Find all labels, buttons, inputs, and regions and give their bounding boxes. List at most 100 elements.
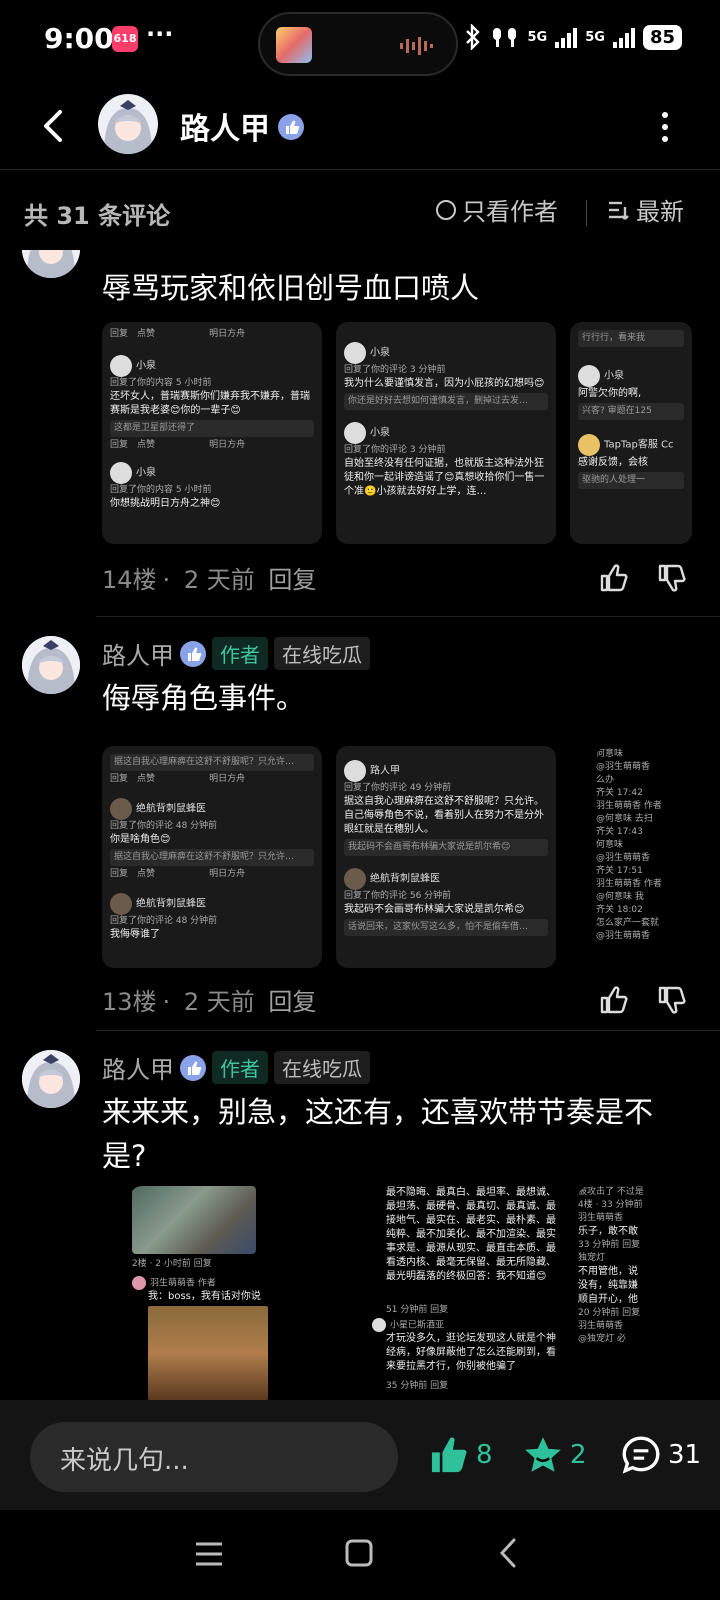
screenshot-image[interactable]: 据这自我心理麻痹在这舒不舒服呢？只允许… 回复 点赞 明日方舟 绝航背刺鼠蜂医 … (102, 746, 322, 968)
favorite-button[interactable]: 2 (522, 1434, 587, 1476)
shot-text: 齐关 18:02 (596, 905, 643, 915)
thumbs-up-filled-icon (431, 1437, 467, 1473)
comment-input-bar: 来说几句... 8 2 31 (0, 1400, 720, 1510)
shot-text: 我起码不会画哥布林骗大家说是凯尔希😊 (344, 839, 548, 856)
screenshot-image[interactable]: 被攻击了 不过是 4楼 · 33 分钟前 羽生萌萌香 乐子，敢不敢 33 分钟前… (578, 1186, 692, 1400)
shot-text: 么办 (596, 775, 615, 785)
earbuds-icon (492, 28, 516, 47)
audio-wave-icon (400, 37, 433, 55)
shot-text: 2楼 · 2 小时前 回复 (132, 1259, 212, 1269)
comment-item: 路人甲 作者 在线吃瓜 侮辱角色事件。 据这自我心理麻痹在这舒不舒服呢？只允许…… (0, 636, 720, 1036)
like-button[interactable]: 8 (428, 1434, 493, 1476)
reply-button[interactable]: 回复 (268, 566, 316, 594)
comment-author-line: 路人甲 作者 在线吃瓜 (102, 1050, 370, 1085)
author-tag: 作者 (212, 637, 268, 670)
mood-tag: 在线吃瓜 (274, 1051, 370, 1084)
comment-input[interactable]: 来说几句... (30, 1422, 398, 1492)
shot-text: 不用管他，说 (578, 1266, 638, 1277)
author-tag: 作者 (212, 1051, 268, 1084)
comment-text: 来来来，别急，这还有，还喜欢带节奏是不是? (102, 1095, 654, 1173)
thumbs-up-icon[interactable] (598, 562, 630, 594)
thumbs-up-icon[interactable] (598, 984, 630, 1016)
home-icon[interactable] (344, 1538, 374, 1568)
shot-text: 阿警欠你的啊, (578, 388, 642, 399)
shot-text: 点赞 (137, 774, 156, 784)
profile-name: 路人甲 (180, 112, 270, 147)
shot-text: 绝航背刺鼠蜂医 (136, 898, 206, 910)
shot-text: 回复了你的评论 56 分钟前 (344, 891, 452, 901)
shot-text: 羽生萌萌香 作者 (150, 1278, 216, 1289)
comment-input-placeholder: 来说几句... (60, 1446, 189, 1476)
comment-text: 辱骂玩家和依旧创号血口喷人 (102, 271, 480, 305)
screenshot-image[interactable]: 行行行，看来我 小泉 阿警欠你的啊, 兴客? 审题在125 TapTap客服 C… (570, 322, 692, 544)
shot-text: 羽生萌萌香 (578, 1321, 624, 1331)
more-options-icon[interactable] (662, 112, 670, 142)
comment-images[interactable]: 回复 点赞 明日方舟 小泉 回复了你的内容 5 小时前 还坏女人，普瑞赛斯你们嫌… (102, 322, 692, 544)
shot-text: 小泉 (604, 370, 624, 382)
thumbs-down-icon[interactable] (656, 984, 688, 1016)
screenshot-image[interactable]: 路人甲 回复了你的评论 49 分钟前 据这自我心理麻痹在这舒不舒服呢？只允许。自… (336, 746, 556, 968)
mini-avatar (110, 462, 132, 484)
comment-item: 路人甲 作者 在线吃瓜 来来来，别急，这还有，还喜欢带节奏是不是? 2楼 · 2… (0, 1050, 720, 1400)
mini-avatar (344, 342, 366, 364)
shot-text: 兴客? 审题在125 (578, 403, 684, 420)
mini-avatar (344, 422, 366, 444)
screenshot-image[interactable]: 小泉 回复了你的评论 3 分钟前 我为什么要谨慎发言，因为小屁孩的幻想吗😊 你还… (336, 322, 556, 544)
screenshot-image[interactable]: 回复 点赞 明日方舟 小泉 回复了你的内容 5 小时前 还坏女人，普瑞赛斯你们嫌… (102, 322, 322, 544)
status-time: 9:00 (44, 22, 114, 55)
mini-avatar (578, 434, 600, 456)
shot-text: 回复 (110, 869, 129, 879)
avatar[interactable] (22, 1050, 80, 1108)
avatar[interactable] (98, 94, 158, 154)
avatar[interactable] (22, 636, 80, 694)
bluetooth-icon (465, 24, 480, 50)
shot-text: 顺自开心，他 (578, 1294, 638, 1305)
shot-text: 回复了你的内容 5 小时前 (110, 378, 212, 388)
avatar[interactable] (22, 250, 80, 278)
comment-images[interactable]: 2楼 · 2 小时前 回复 羽生萌萌香 作者 我：boss，我有话对你说 最不隐… (102, 1186, 692, 1400)
shot-text: 齐关 17:42 (596, 788, 643, 798)
shot-text: 点赞 (137, 440, 156, 450)
shot-text: 回复 (110, 774, 129, 784)
shot-text: @羽生萌萌香 (596, 853, 651, 863)
shot-text: 你想挑战明日方舟之神😊 (110, 498, 221, 509)
shot-text: 我：boss，我有话对你说 (148, 1291, 261, 1302)
screenshot-image[interactable]: 最不隐晦、最真白、最坦率、最想诚、最坦荡、最硬骨、最真切、最真诚、最接地气、最实… (360, 1186, 560, 1400)
status-bar: 9:00 618 ··· 5G 5G 85 (0, 0, 720, 84)
sort-latest-button[interactable]: 最新 (608, 192, 684, 227)
media-island[interactable] (258, 12, 458, 76)
shot-text: 回复 (110, 329, 129, 339)
shot-text: 小泉 (370, 347, 390, 359)
screenshot-image[interactable]: 何意味 @羽生萌萌香 么办 齐关 17:42 羽生萌萌香 作者 @何意味 去扫 … (596, 746, 692, 968)
verified-icon (278, 114, 304, 140)
comment-images[interactable]: 据这自我心理麻痹在这舒不舒服呢？只允许… 回复 点赞 明日方舟 绝航背刺鼠蜂医 … (102, 746, 692, 968)
thumbs-down-icon[interactable] (656, 562, 688, 594)
back-nav-icon[interactable] (496, 1536, 520, 1570)
menu-icon[interactable] (194, 1540, 224, 1568)
shot-text: 话说回来，这家伙写这么多，怕不是偷车借… (344, 919, 548, 936)
comment-count: 共 31 条评论 (24, 202, 171, 230)
screenshot-image[interactable]: 2楼 · 2 小时前 回复 羽生萌萌香 作者 我：boss，我有话对你说 (130, 1186, 326, 1400)
shot-text: 驱驰的人处理一 (578, 472, 684, 489)
shot-text: 我为什么要谨慎发言，因为小屁孩的幻想吗😊 (344, 378, 545, 389)
signal-icon (555, 26, 578, 48)
mini-avatar (344, 760, 366, 782)
shot-text: 绝航背刺鼠蜂医 (370, 873, 440, 885)
comment-feed[interactable]: 辱骂玩家和依旧创号血口喷人 回复 点赞 明日方舟 小泉 回复了你的内容 5 小时… (0, 250, 720, 1400)
author-name[interactable]: 路人甲 (102, 636, 174, 671)
only-author-filter[interactable]: 只看作者 (436, 192, 558, 227)
shot-text: 路人甲 (370, 765, 400, 777)
meme-image (148, 1306, 268, 1400)
shot-text: 小泉 (136, 360, 156, 372)
reply-button[interactable]: 回复 (268, 988, 316, 1016)
shot-text: 明日方舟 (209, 440, 246, 450)
author-name[interactable]: 路人甲 (102, 1050, 174, 1085)
status-icons: 5G 5G 85 (464, 24, 682, 50)
shot-text: @何意味 我 (596, 892, 644, 902)
only-author-label: 只看作者 (462, 198, 558, 226)
shot-text: 你还是好好去想如何谨慎发言，删掉过去发… (344, 393, 548, 410)
shot-text: 羽生萌萌香 (578, 1213, 624, 1223)
favorite-count: 2 (570, 1440, 587, 1470)
back-arrow-icon[interactable] (34, 106, 74, 146)
comments-button[interactable]: 31 (620, 1434, 701, 1476)
